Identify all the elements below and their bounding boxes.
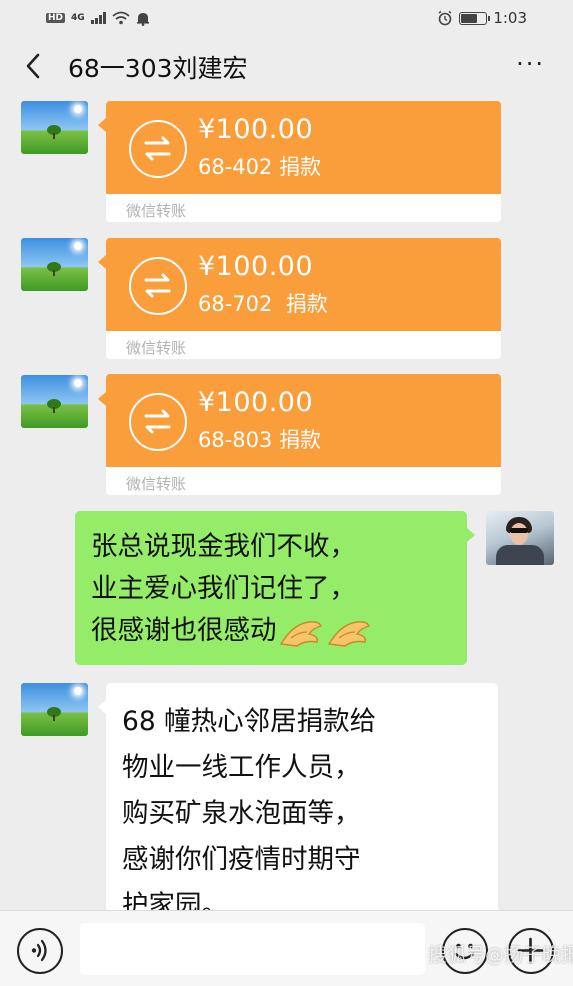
transfer-icon (129, 257, 187, 315)
status-left: HD 4G (46, 11, 150, 26)
chevron-left-icon (26, 53, 40, 79)
message-line: 购买矿泉水泡面等， (122, 798, 361, 829)
transfer-note: 68-702 捐款 (198, 292, 328, 316)
transfer-card[interactable]: ¥100.00 68-803 捐款 微信转账 (106, 374, 501, 495)
signal-icon (90, 12, 106, 24)
message-line: 物业一线工作人员， (122, 752, 361, 783)
transfer-card[interactable]: ¥100.00 68-402 捐款 微信转账 (106, 101, 501, 222)
status-time: 1:03 (493, 9, 527, 27)
transfer-amount: ¥100.00 (198, 251, 314, 282)
sender-avatar[interactable] (21, 683, 88, 736)
status-bar: HD 4G 1:03 (0, 0, 573, 36)
bubble-tail (98, 118, 106, 132)
emoji-group (279, 616, 371, 648)
notification-bell-icon (136, 12, 149, 26)
wifi-icon (112, 11, 130, 25)
transfer-note: 68-402 捐款 (198, 155, 322, 179)
status-right: 1:03 (437, 9, 527, 27)
transfer-footer: 微信转账 (126, 475, 187, 493)
chat-title: 68一303刘建宏 (68, 54, 248, 83)
transfer-icon (129, 393, 187, 451)
message-line-with-emoji: 很感谢也很感动 (91, 610, 457, 652)
my-avatar[interactable] (486, 511, 554, 565)
transfer-icon (129, 120, 187, 178)
transfer-card[interactable]: ¥100.00 68-702 捐款 微信转账 (106, 238, 501, 359)
bubble-tail (98, 255, 106, 269)
message-line: 68 幢热心邻居捐款给 (122, 706, 377, 737)
network-type: 4G (71, 13, 85, 23)
message-input[interactable] (80, 923, 425, 975)
bubble-tail (98, 700, 106, 714)
bubble-tail (98, 392, 106, 406)
bubble-tail (467, 528, 475, 542)
battery-icon (459, 11, 491, 25)
alarm-icon (438, 10, 452, 26)
hd-badge: HD (46, 13, 66, 23)
back-button[interactable] (18, 51, 48, 81)
sent-message-bubble[interactable]: 张总说现金我们不收， 业主爱心我们记住了， 很感谢也很感动 (75, 511, 467, 665)
transfer-footer: 微信转账 (126, 202, 187, 220)
sender-avatar[interactable] (21, 375, 88, 428)
received-message-bubble[interactable]: 68 幢热心邻居捐款给 物业一线工作人员， 购买矿泉水泡面等， 感谢你们疫情时期… (106, 683, 498, 943)
watermark: 搜狐号@扬子晚报 (428, 944, 573, 966)
message-line: 张总说现金我们不收， (91, 531, 356, 562)
message-line: 感谢你们疫情时期守 (122, 844, 361, 875)
chat-header: 68一303刘建宏 ··· (0, 36, 573, 96)
transfer-footer: 微信转账 (126, 339, 187, 357)
voice-button[interactable] (17, 928, 63, 974)
sender-avatar[interactable] (21, 238, 88, 291)
more-options-button[interactable]: ··· (516, 52, 545, 76)
transfer-note: 68-803 捐款 (198, 428, 322, 452)
message-line: 很感谢也很感动 (91, 615, 277, 646)
voice-icon (31, 939, 47, 962)
sender-avatar[interactable] (21, 101, 88, 154)
pinched-fingers-icon (327, 620, 370, 647)
pinched-fingers-icon (279, 620, 322, 647)
transfer-amount: ¥100.00 (198, 114, 314, 145)
transfer-amount: ¥100.00 (198, 387, 314, 418)
battery-fill (461, 13, 477, 23)
message-line: 业主爱心我们记住了， (91, 573, 356, 604)
